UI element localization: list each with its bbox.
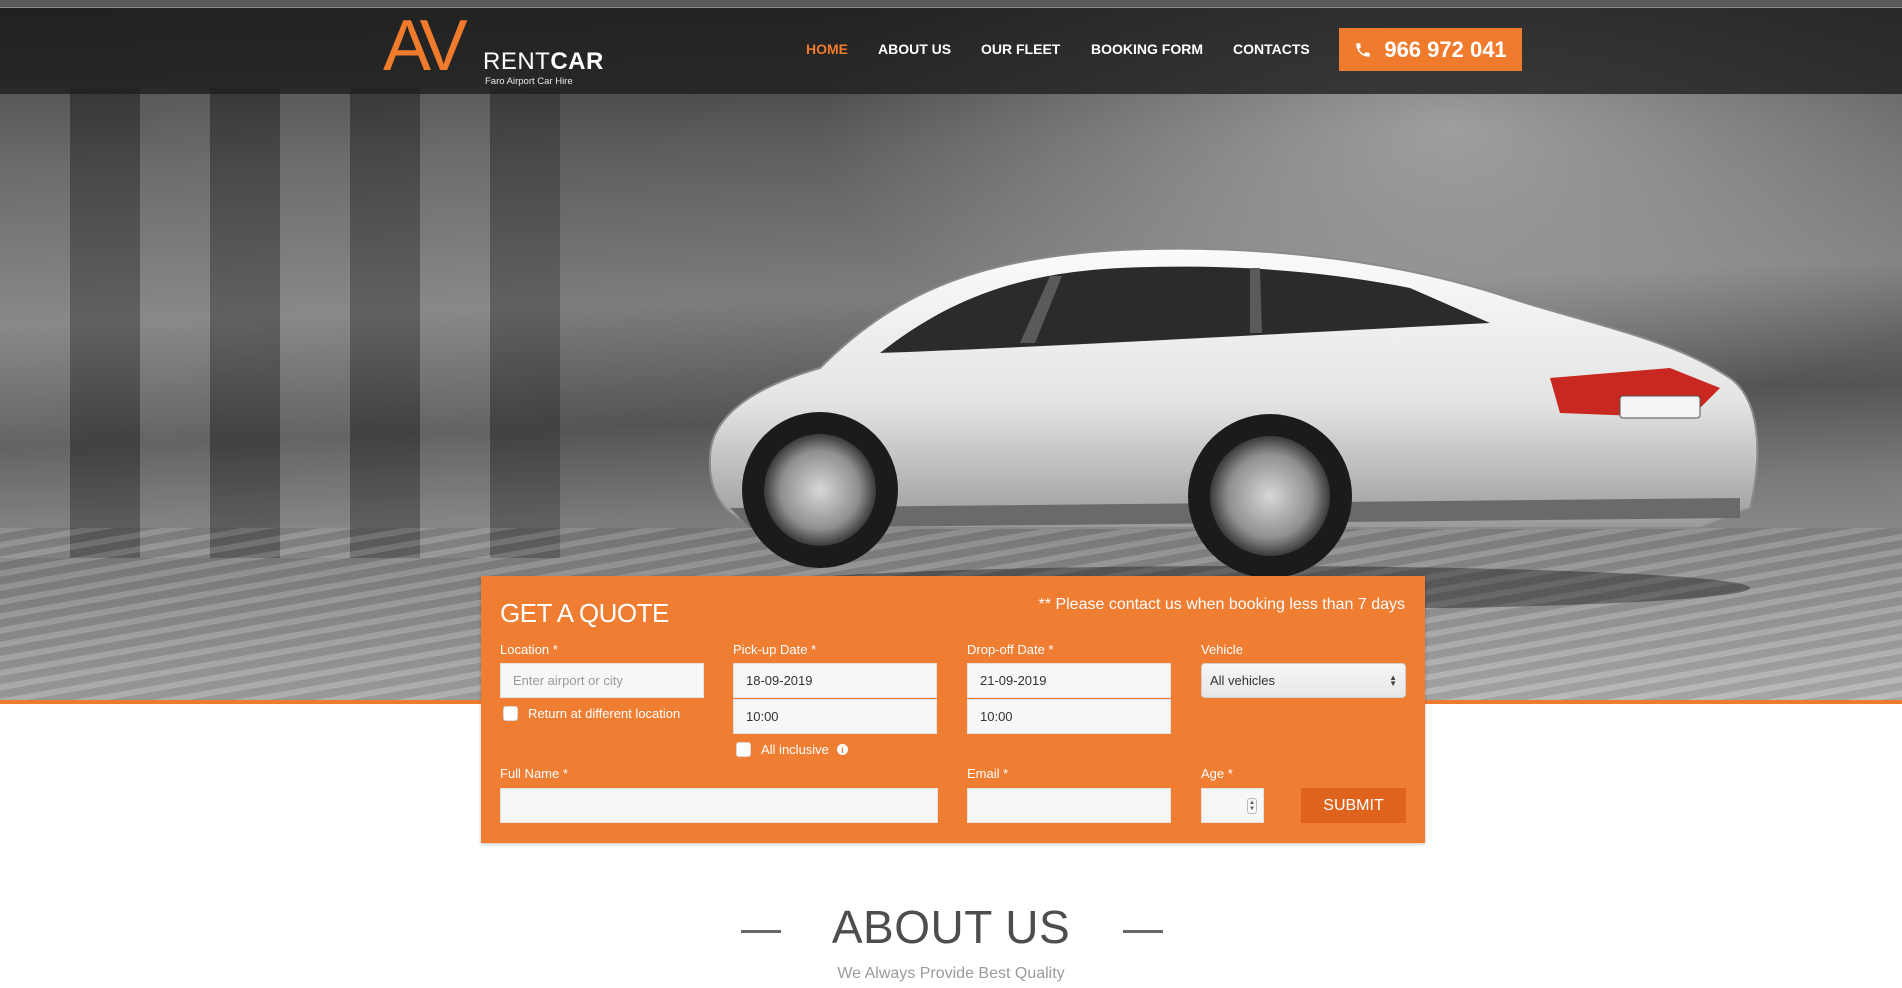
quote-form: GET A QUOTE ** Please contact us when bo…: [481, 576, 1425, 843]
email-label: Email *: [967, 766, 1009, 781]
logo-rent-text: RENT: [483, 48, 551, 75]
full-name-label: Full Name *: [500, 766, 568, 781]
logo-mark: AV: [383, 8, 468, 86]
email-input[interactable]: [967, 788, 1171, 823]
nav-booking-form[interactable]: BOOKING FORM: [1091, 41, 1203, 57]
hero-building-background: [0, 88, 560, 558]
submit-button[interactable]: SUBMIT: [1301, 788, 1406, 823]
info-icon[interactable]: i: [836, 744, 848, 755]
age-label: Age *: [1201, 766, 1233, 781]
return-different-location-label: Return at different location: [528, 706, 681, 721]
about-title: ABOUT US: [831, 901, 1071, 953]
site-logo[interactable]: AV RENTCAR Faro Airport Car Hire: [383, 10, 603, 90]
location-input[interactable]: Enter airport or city: [500, 663, 704, 698]
top-bar: [0, 0, 1902, 8]
logo-car-text: CAR: [550, 48, 604, 75]
all-inclusive-label: All inclusive: [761, 742, 829, 757]
location-label: Location *: [500, 642, 558, 657]
phone-number: 966 972 041: [1384, 36, 1507, 62]
nav-home[interactable]: HOME: [806, 41, 848, 57]
nav-contacts[interactable]: CONTACTS: [1233, 41, 1310, 57]
checkbox-box[interactable]: [503, 706, 518, 721]
pickup-date-label: Pick-up Date *: [733, 642, 817, 657]
select-arrows-icon: ▲ ▼: [1389, 672, 1397, 688]
return-different-location-checkbox[interactable]: Return at different location: [503, 706, 680, 721]
checkbox-box[interactable]: [736, 742, 751, 757]
full-name-input[interactable]: [500, 788, 938, 823]
dropoff-time-input[interactable]: 10:00: [967, 699, 1171, 734]
about-subtitle: We Always Provide Best Quality: [837, 965, 1065, 982]
age-input[interactable]: ▲ ▼: [1201, 788, 1264, 823]
dropoff-date-input[interactable]: 21-09-2019: [967, 663, 1171, 698]
dropoff-date-label: Drop-off Date *: [967, 642, 1054, 657]
vehicle-label: Vehicle: [1201, 642, 1243, 657]
car-image: [708, 247, 1759, 608]
phone-icon: [1356, 42, 1371, 57]
phone-button[interactable]: 966 972 041: [1339, 28, 1522, 71]
logo-tagline: Faro Airport Car Hire: [485, 76, 573, 87]
nav-our-fleet[interactable]: OUR FLEET: [981, 41, 1060, 57]
nav-about-us[interactable]: ABOUT US: [878, 41, 951, 57]
about-right-rule: [1123, 930, 1163, 933]
all-inclusive-checkbox[interactable]: All inclusive i: [736, 742, 848, 757]
pickup-date-input[interactable]: 18-09-2019: [733, 663, 937, 698]
vehicle-select[interactable]: All vehicles ▲ ▼: [1201, 663, 1406, 698]
age-stepper-icon[interactable]: ▲ ▼: [1247, 798, 1257, 814]
logo-wordmark: RENTCAR: [483, 50, 604, 74]
booking-note: ** Please contact us when booking less t…: [1038, 596, 1405, 613]
quote-title: GET A QUOTE: [500, 598, 669, 628]
vehicle-selected-value: All vehicles: [1210, 673, 1276, 688]
pickup-time-input[interactable]: 10:00: [733, 699, 937, 734]
